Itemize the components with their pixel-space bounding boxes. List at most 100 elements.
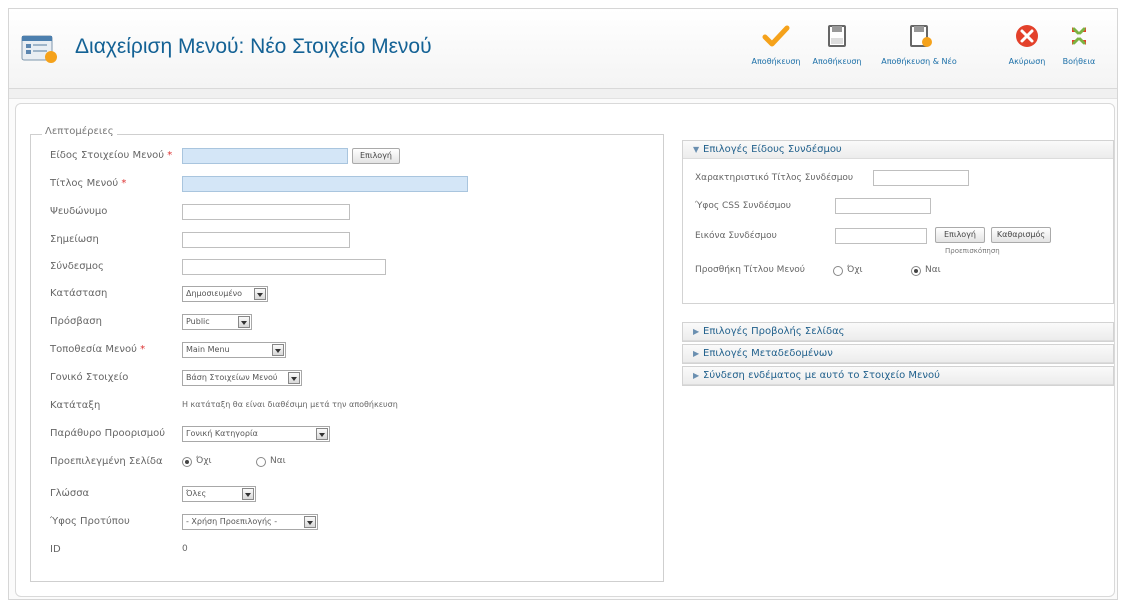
- add-title-no-radio[interactable]: [833, 266, 843, 276]
- menu-manager-icon: [21, 35, 57, 63]
- id-label: ID: [50, 544, 61, 555]
- save-label: Αποθήκευση: [751, 57, 801, 66]
- chevron-down-icon: [304, 516, 316, 528]
- status-value: Δημοσιευμένο: [186, 289, 243, 298]
- menu-title-field[interactable]: [182, 176, 468, 192]
- parent-item-select[interactable]: Βάση Στοιχείων Μενού: [182, 370, 302, 386]
- menu-item-type-label: Είδος Στοιχείου Μενού: [50, 150, 164, 161]
- toolbar: Διαχείριση Μενού: Νέο Στοιχείο Μενού Απο…: [9, 9, 1117, 89]
- template-style-label: Ύφος Προτύπου: [50, 516, 130, 527]
- access-label: Πρόσβαση: [50, 316, 102, 327]
- save-button[interactable]: Αποθήκευση: [751, 21, 801, 81]
- template-style-value: - Χρήση Προεπιλογής -: [186, 517, 278, 526]
- save-icon: [828, 25, 846, 47]
- link-type-options-header[interactable]: ▼ Επιλογές Είδους Συνδέσμου: [683, 141, 1113, 159]
- alias-field[interactable]: [182, 204, 350, 220]
- save-new-label: Αποθήκευση & Νέο: [881, 57, 957, 66]
- link-type-options-panel: ▼ Επιλογές Είδους Συνδέσμου Χαρακτηριστικ…: [682, 140, 1114, 304]
- metadata-options-title: Επιλογές Μεταδεδομένων: [703, 348, 833, 359]
- template-style-select[interactable]: - Χρήση Προεπιλογής -: [182, 514, 318, 530]
- css-style-field[interactable]: [835, 198, 931, 214]
- default-page-yes-radio[interactable]: [256, 457, 266, 467]
- language-value: Όλες: [186, 489, 207, 498]
- add-menu-title-label: Προσθήκη Τίτλου Μενού: [695, 265, 806, 275]
- chevron-down-icon: [254, 288, 266, 300]
- status-select[interactable]: Δημοσιευμένο: [182, 286, 268, 302]
- save-close-button[interactable]: Αποθήκευση: [809, 21, 865, 81]
- triangle-right-icon: ▶: [693, 349, 700, 358]
- ordering-label: Κατάταξη: [50, 400, 101, 411]
- image-preview-label: Προεπισκόπηση: [945, 247, 1000, 255]
- default-page-no-radio[interactable]: [182, 457, 192, 467]
- cancel-label: Ακύρωση: [1008, 57, 1046, 66]
- status-label: Κατάσταση: [50, 288, 108, 299]
- add-title-yes-label: Ναι: [925, 265, 941, 275]
- window-frame: Διαχείριση Μενού: Νέο Στοιχείο Μενού Απο…: [8, 8, 1118, 600]
- ordering-value: Η κατάταξη θα είναι διαθέσιμη μετά την α…: [182, 400, 398, 409]
- menu-location-label: Τοποθεσία Μενού: [50, 344, 137, 355]
- cancel-button[interactable]: Ακύρωση: [1007, 21, 1047, 81]
- save-new-button[interactable]: Αποθήκευση & Νέο: [881, 21, 957, 81]
- help-button[interactable]: Βοήθεια: [1059, 21, 1099, 81]
- image-select-button[interactable]: Επιλογή: [935, 227, 985, 243]
- menu-location-select[interactable]: Main Menu: [182, 342, 286, 358]
- target-window-select[interactable]: Γονική Κατηγορία: [182, 426, 330, 442]
- page-display-options-header[interactable]: ▶ Επιλογές Προβολής Σελίδας: [683, 323, 1113, 341]
- image-clear-button[interactable]: Καθαρισμός: [991, 227, 1051, 243]
- add-title-no-label: Όχι: [847, 265, 863, 275]
- link-image-field[interactable]: [835, 228, 927, 244]
- chevron-down-icon: [288, 372, 300, 384]
- checkmark-icon: [762, 25, 790, 47]
- cancel-icon: [1016, 25, 1038, 47]
- details-legend: Λεπτομέρειες: [42, 126, 117, 137]
- note-label: Σημείωση: [50, 234, 99, 245]
- link-label: Σύνδεσμος: [50, 261, 104, 272]
- chevron-down-icon: [272, 344, 284, 356]
- main-panel: Λεπτομέρειες Είδος Στοιχείου Μενού * Επι…: [15, 103, 1115, 597]
- target-window-label: Παράθυρο Προορισμού: [50, 428, 166, 439]
- chevron-down-icon: [242, 488, 254, 500]
- link-image-label: Εικόνα Συνδέσμου: [695, 231, 777, 241]
- triangle-right-icon: ▶: [693, 327, 700, 336]
- default-page-label: Προεπιλεγμένη Σελίδα: [50, 456, 163, 467]
- save-new-icon: [910, 25, 932, 47]
- page-display-options-panel: ▶ Επιλογές Προβολής Σελίδας: [682, 322, 1114, 342]
- page-title: Διαχείριση Μενού: Νέο Στοιχείο Μενού: [75, 35, 432, 58]
- chevron-down-icon: [238, 316, 250, 328]
- help-label: Βοήθεια: [1062, 57, 1096, 66]
- select-type-button[interactable]: Επιλογή: [352, 148, 400, 164]
- id-value: 0: [182, 544, 188, 554]
- help-icon: [1072, 27, 1086, 45]
- menu-item-type-field[interactable]: [182, 148, 348, 164]
- metadata-options-panel: ▶ Επιλογές Μεταδεδομένων: [682, 344, 1114, 364]
- associations-panel: ▶ Σύνδεση ενδέματος με αυτό το Στοιχείο Μ…: [682, 366, 1114, 386]
- link-type-options-title: Επιλογές Είδους Συνδέσμου: [703, 144, 842, 155]
- parent-item-label: Γονικό Στοιχείο: [50, 372, 129, 383]
- link-field[interactable]: [182, 259, 386, 275]
- language-label: Γλώσσα: [50, 488, 90, 499]
- note-field[interactable]: [182, 232, 350, 248]
- add-title-yes-radio[interactable]: [911, 266, 921, 276]
- access-select[interactable]: Public: [182, 314, 252, 330]
- title-attribute-label: Χαρακτηριστικό Τίτλος Συνδέσμου: [695, 173, 854, 183]
- parent-item-value: Βάση Στοιχείων Μενού: [186, 373, 278, 382]
- target-window-value: Γονική Κατηγορία: [186, 429, 258, 438]
- triangle-down-icon: ▼: [693, 145, 700, 154]
- metadata-options-header[interactable]: ▶ Επιλογές Μεταδεδομένων: [683, 345, 1113, 363]
- default-page-yes-label: Ναι: [270, 456, 286, 466]
- css-style-label: Ύφος CSS Συνδέσμου: [695, 201, 792, 211]
- menu-title-label: Τίτλος Μενού: [50, 178, 119, 189]
- alias-label: Ψευδώνυμο: [50, 206, 108, 217]
- language-select[interactable]: Όλες: [182, 486, 256, 502]
- details-fieldset: [30, 134, 664, 582]
- access-value: Public: [186, 317, 210, 326]
- triangle-right-icon: ▶: [693, 371, 700, 380]
- associations-header[interactable]: ▶ Σύνδεση ενδέματος με αυτό το Στοιχείο Μ…: [683, 367, 1113, 385]
- chevron-down-icon: [316, 428, 328, 440]
- menu-location-value: Main Menu: [186, 345, 230, 354]
- default-page-no-label: Όχι: [196, 456, 212, 466]
- associations-title: Σύνδεση ενδέματος με αυτό το Στοιχείο Με…: [703, 370, 940, 381]
- page-display-options-title: Επιλογές Προβολής Σελίδας: [703, 326, 845, 337]
- title-attribute-field[interactable]: [873, 170, 969, 186]
- save-close-label: Αποθήκευση: [812, 57, 862, 66]
